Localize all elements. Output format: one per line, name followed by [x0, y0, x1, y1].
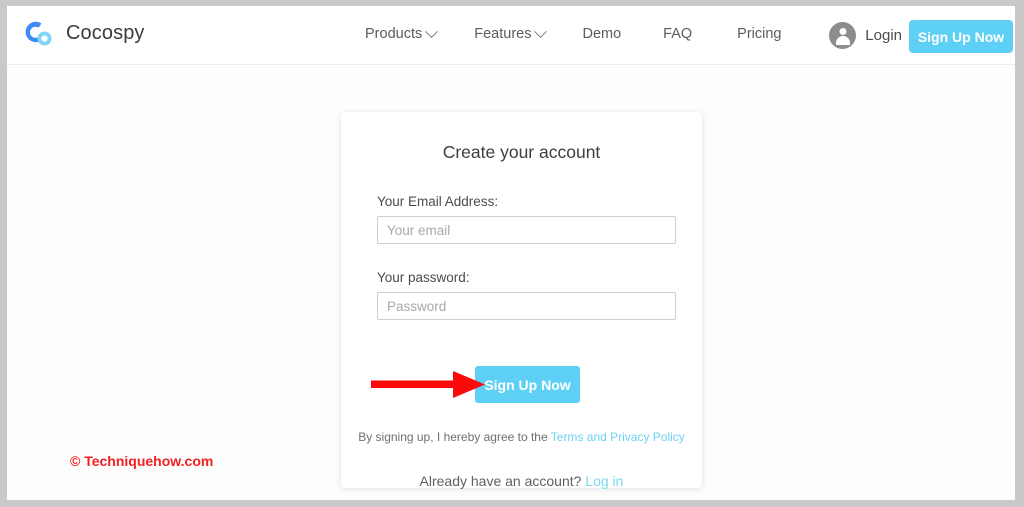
password-field-label: Your password:	[377, 270, 470, 285]
log-in-link[interactable]: Log in	[585, 473, 623, 489]
nav-item-faq[interactable]: FAQ	[663, 26, 692, 42]
password-input[interactable]	[377, 292, 676, 320]
login-prompt-label: Already have an account?	[419, 473, 586, 489]
site-header: Cocospy Products Features Demo FAQ Prici…	[7, 6, 1015, 65]
screenshot-frame: Cocospy Products Features Demo FAQ Prici…	[0, 0, 1024, 507]
nav-item-features[interactable]: Features	[474, 24, 548, 42]
login-link[interactable]: Login	[829, 22, 902, 49]
main-navigation: Products Features Demo FAQ Pricing	[365, 24, 782, 42]
cocospy-logo-icon	[20, 17, 56, 49]
brand-logo-link[interactable]: Cocospy	[20, 17, 145, 49]
terms-and-privacy-link[interactable]: Terms and Privacy Policy	[551, 430, 685, 444]
chevron-down-icon	[534, 24, 548, 38]
nav-item-label: Features	[474, 26, 532, 42]
user-avatar-icon	[829, 22, 857, 49]
signup-submit-button[interactable]: Sign Up Now	[475, 366, 580, 403]
login-prompt: Already have an account? Log in	[341, 473, 702, 489]
chevron-down-icon	[425, 24, 439, 38]
header-signup-button[interactable]: Sign Up Now	[909, 20, 1013, 53]
watermark-text: © Techniquehow.com	[70, 453, 214, 469]
page-title: Create your account	[442, 142, 601, 162]
login-label: Login	[865, 27, 902, 44]
brand-name: Cocospy	[66, 21, 145, 44]
nav-item-pricing[interactable]: Pricing	[737, 26, 781, 42]
email-field-label: Your Email Address:	[377, 194, 499, 209]
webpage-viewport: Cocospy Products Features Demo FAQ Prici…	[7, 6, 1015, 500]
nav-item-label: Products	[365, 26, 423, 42]
signup-card: Create your account Your Email Address: …	[341, 112, 702, 488]
terms-agreement-text: By signing up, I hereby agree to the Ter…	[341, 430, 702, 444]
nav-item-demo[interactable]: Demo	[582, 26, 621, 42]
nav-item-products[interactable]: Products	[365, 24, 439, 42]
email-input[interactable]	[377, 216, 676, 244]
terms-agreement-label: By signing up, I hereby agree to the	[358, 430, 551, 444]
